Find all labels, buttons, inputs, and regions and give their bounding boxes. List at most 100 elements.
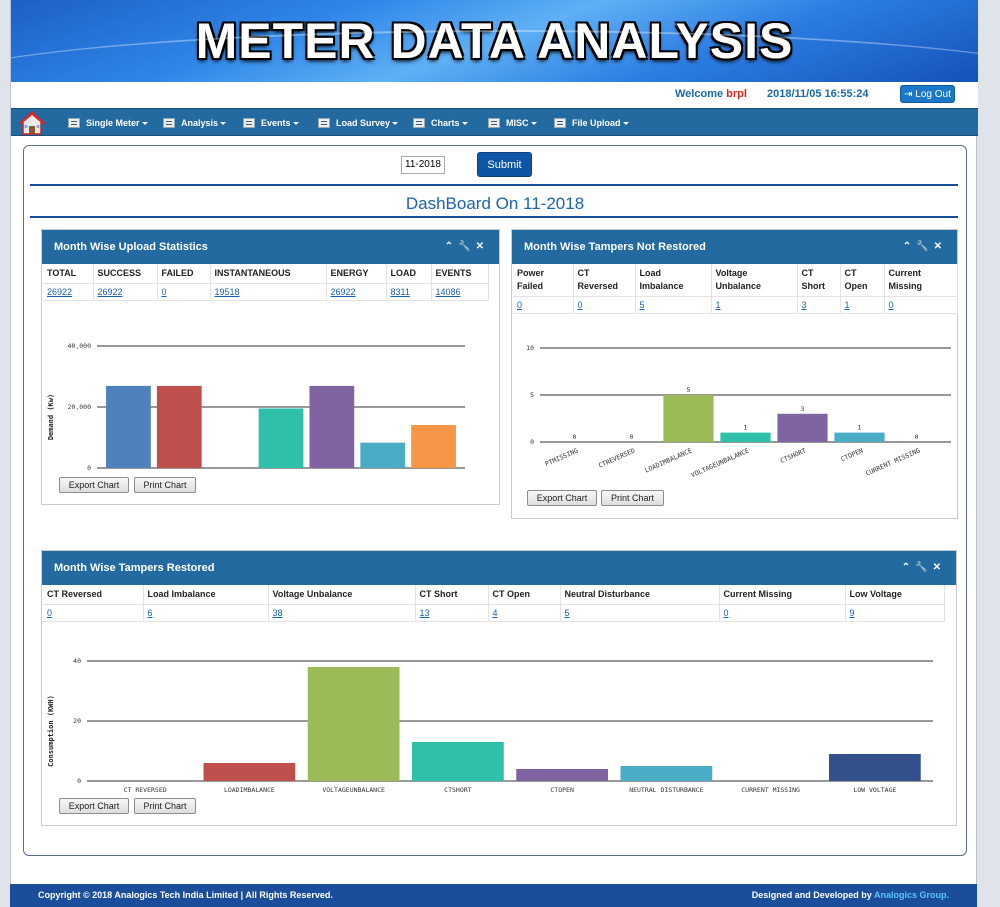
y-tick-label: 0	[530, 438, 534, 446]
chart-bar	[309, 385, 355, 468]
tampers-restored-panel: Month Wise Tampers Restored ⌃🔧✕ CT Rever…	[41, 550, 957, 826]
brand-link[interactable]: Analogics Group.	[874, 890, 949, 900]
stat-link[interactable]: 9	[845, 604, 945, 622]
caret-down-icon	[622, 122, 629, 126]
stat-link[interactable]: 0	[719, 604, 846, 622]
stat-link[interactable]: 13	[415, 604, 489, 622]
column-header: CT Open	[840, 264, 885, 297]
stat-link[interactable]: 14086	[431, 283, 489, 301]
nav-misc[interactable]: MISC	[488, 109, 537, 137]
table-header-row: TOTAL SUCCESS FAILED INSTANTANEOUS ENERG…	[43, 264, 489, 284]
x-tick-label: CTSHORT	[444, 786, 471, 794]
collapse-icon[interactable]: ⌃	[445, 241, 458, 252]
x-tick-label: CTSHORT	[779, 446, 807, 464]
stat-link[interactable]: 26922	[93, 283, 158, 301]
stat-link[interactable]: 26922	[326, 283, 387, 301]
stat-link[interactable]: 0	[43, 604, 144, 622]
home-icon[interactable]	[19, 111, 45, 135]
data-label: 0	[915, 433, 919, 441]
column-header: Current Missing	[884, 264, 958, 297]
column-header: Load Imbalance	[635, 264, 712, 297]
designed-by-text: Designed and Developed by Analogics Grou…	[751, 890, 949, 900]
stat-link[interactable]: 0	[573, 296, 636, 314]
stat-link[interactable]: 0	[157, 283, 211, 301]
column-header: Neutral Disturbance	[560, 585, 720, 605]
column-header: FAILED	[157, 264, 211, 284]
data-label: 1	[744, 424, 748, 432]
stat-link[interactable]: 38	[268, 604, 416, 622]
wrench-icon[interactable]: 🔧	[916, 241, 933, 252]
column-header: Voltage Unbalance	[711, 264, 798, 297]
stat-link[interactable]: 1	[711, 296, 798, 314]
tampers-restored-chart: 0 20 40 Consumption (KWH) CT REVERSED LOADIMB…	[47, 657, 933, 794]
table-row: 0 0 5 1 3 1 0	[513, 296, 958, 314]
y-axis-label: Consumption (KWH)	[47, 695, 55, 767]
x-tick-label: CTREVERSED	[597, 446, 636, 469]
close-icon[interactable]: ✕	[934, 241, 947, 252]
caret-down-icon	[392, 122, 399, 126]
menu-icon	[488, 117, 500, 128]
export-chart-button[interactable]: Export Chart	[59, 477, 129, 493]
x-tick-label: EVENTS	[422, 472, 446, 473]
nav-charts[interactable]: Charts	[413, 109, 468, 137]
upload-statistics-table: TOTAL SUCCESS FAILED INSTANTANEOUS ENERG…	[43, 264, 489, 301]
chart-bar	[411, 425, 456, 468]
chart-bar	[203, 763, 296, 781]
tampers-restored-table: CT Reversed Load Imbalance Voltage Unbal…	[43, 585, 945, 622]
stat-link[interactable]: 1	[840, 296, 885, 314]
stat-link[interactable]: 3	[797, 296, 841, 314]
stat-link[interactable]: 19518	[210, 283, 327, 301]
export-chart-button[interactable]: Export Chart	[59, 798, 129, 814]
column-header: Voltage Unbalance	[268, 585, 416, 605]
data-label: 1	[858, 424, 862, 432]
x-tick-label: FAILED	[218, 472, 242, 473]
logout-button[interactable]: ⇥ Log Out	[900, 85, 955, 103]
stat-link[interactable]: 5	[560, 604, 720, 622]
caret-down-icon	[530, 122, 537, 126]
submit-button[interactable]: Submit	[477, 152, 532, 177]
close-icon[interactable]: ✕	[476, 241, 489, 252]
month-input[interactable]: 11-2018	[401, 156, 445, 174]
nav-analysis[interactable]: Analysis	[163, 109, 227, 137]
data-label: 0	[630, 433, 634, 441]
data-label: 3	[801, 405, 805, 413]
wrench-icon[interactable]: 🔧	[915, 562, 932, 573]
panel-header: Month Wise Tampers Restored ⌃🔧✕	[42, 551, 956, 585]
x-tick-label: VOLTAGEUNBALANCE	[690, 446, 751, 479]
chart-bar	[156, 385, 202, 468]
x-tick-label: CT REVERSED	[124, 786, 167, 794]
collapse-icon[interactable]: ⌃	[902, 562, 915, 573]
dashboard-title: DashBoard On 11-2018	[405, 194, 585, 213]
y-axis-label: Demand (Kw)	[47, 394, 55, 440]
chart-bar	[829, 754, 921, 781]
table-row: 0 6 38 13 4 5 0 9	[43, 604, 945, 622]
page: METER DATA ANALYSIS Welcome brpl 2018/11…	[10, 0, 978, 907]
stat-link[interactable]: 4	[488, 604, 561, 622]
wrench-icon[interactable]: 🔧	[458, 241, 475, 252]
menu-icon	[318, 117, 330, 128]
stat-link[interactable]: 6	[143, 604, 269, 622]
x-tick-label: CURRENT MISSING	[864, 446, 921, 477]
nav-events[interactable]: Events	[243, 109, 299, 137]
print-chart-button[interactable]: Print Chart	[134, 477, 196, 493]
stat-link[interactable]: 8311	[386, 283, 432, 301]
copyright-text: Copyright © 2018 Analogics Tech India Li…	[38, 890, 333, 900]
print-chart-button[interactable]: Print Chart	[601, 490, 664, 506]
print-chart-button[interactable]: Print Chart	[134, 798, 196, 814]
data-label: 5	[687, 386, 691, 394]
stat-link[interactable]: 26922	[43, 283, 94, 301]
close-icon[interactable]: ✕	[933, 562, 946, 573]
stat-link[interactable]: 0	[884, 296, 958, 314]
dashboard-content: 11-2018 Submit DashBoard On 11-2018 Mont…	[23, 145, 967, 856]
menu-icon	[68, 117, 80, 128]
collapse-icon[interactable]: ⌃	[903, 241, 916, 252]
export-chart-button[interactable]: Export Chart	[527, 490, 597, 506]
nav-single-meter[interactable]: Single Meter	[68, 109, 148, 137]
stat-link[interactable]: 5	[635, 296, 712, 314]
chart-bar	[663, 395, 714, 442]
menu-icon	[554, 117, 566, 128]
chart-bar	[777, 413, 828, 442]
stat-link[interactable]: 0	[513, 296, 574, 314]
nav-load-survey[interactable]: Load Survey	[318, 109, 399, 137]
nav-file-upload[interactable]: File Upload	[554, 109, 629, 137]
